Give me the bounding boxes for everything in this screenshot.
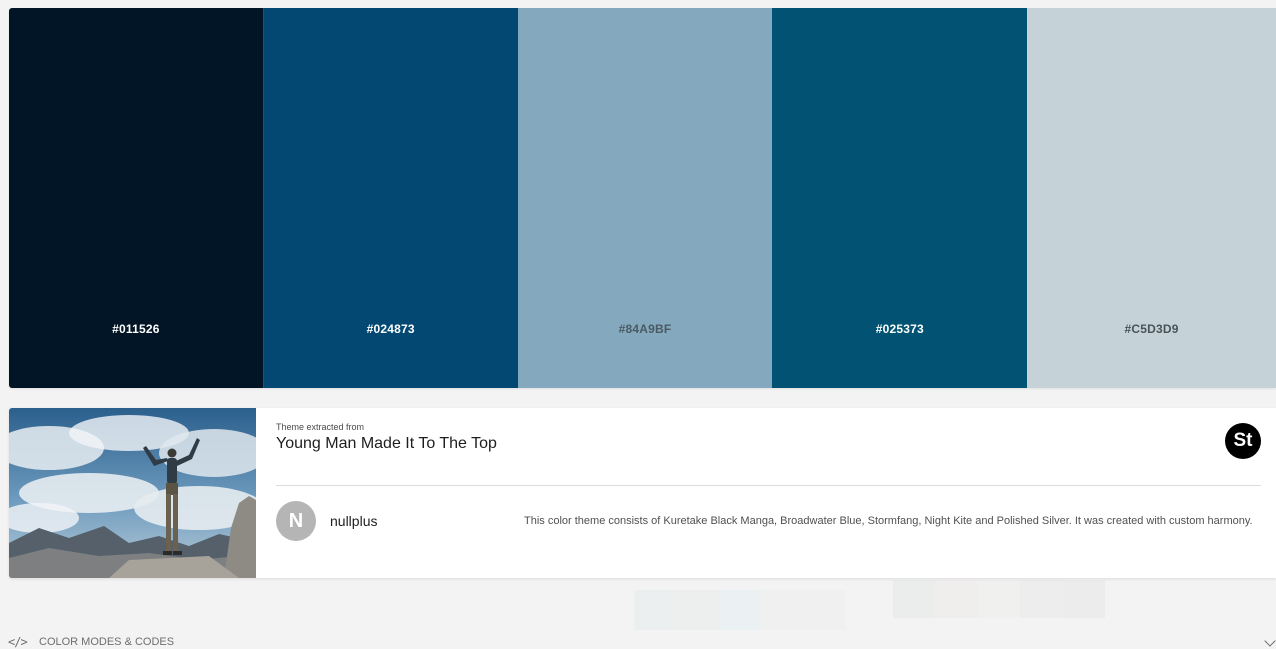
chevron-down-icon[interactable] bbox=[1264, 635, 1276, 647]
author-avatar[interactable]: N bbox=[276, 501, 316, 541]
color-swatch-5[interactable]: #C5D3D9 bbox=[1027, 8, 1276, 388]
code-icon: </> bbox=[8, 635, 28, 649]
swatch-hex-label: #024873 bbox=[366, 322, 415, 336]
color-swatch-4[interactable]: #025373 bbox=[772, 8, 1028, 388]
color-swatch-2[interactable]: #024873 bbox=[262, 8, 518, 388]
swatch-hex-label: #84A9BF bbox=[618, 322, 672, 336]
color-swatch-3[interactable]: #84A9BF bbox=[517, 8, 773, 388]
author-name[interactable]: nullplus bbox=[330, 513, 377, 529]
source-image-thumbnail[interactable] bbox=[9, 408, 256, 578]
theme-info-card: Theme extracted from Young Man Made It T… bbox=[9, 408, 1276, 578]
theme-extracted-label: Theme extracted from bbox=[276, 422, 365, 432]
color-modes-bar[interactable]: </> COLOR MODES & CODES bbox=[0, 632, 1276, 649]
swatch-hex-label: #C5D3D9 bbox=[1124, 322, 1179, 336]
source-image-title[interactable]: Young Man Made It To The Top bbox=[276, 435, 497, 453]
divider bbox=[276, 485, 1261, 486]
color-palette: #011526 #024873 #84A9BF #025373 #C5D3D9 bbox=[9, 8, 1276, 388]
swatch-hex-label: #011526 bbox=[112, 322, 160, 336]
swatch-hex-label: #025373 bbox=[875, 322, 924, 336]
color-swatch-1[interactable]: #011526 bbox=[9, 8, 263, 388]
color-modes-codes-toggle[interactable]: COLOR MODES & CODES bbox=[39, 636, 174, 648]
adobe-stock-icon[interactable]: St bbox=[1225, 423, 1261, 459]
theme-description: This color theme consists of Kuretake Bl… bbox=[524, 515, 1253, 527]
